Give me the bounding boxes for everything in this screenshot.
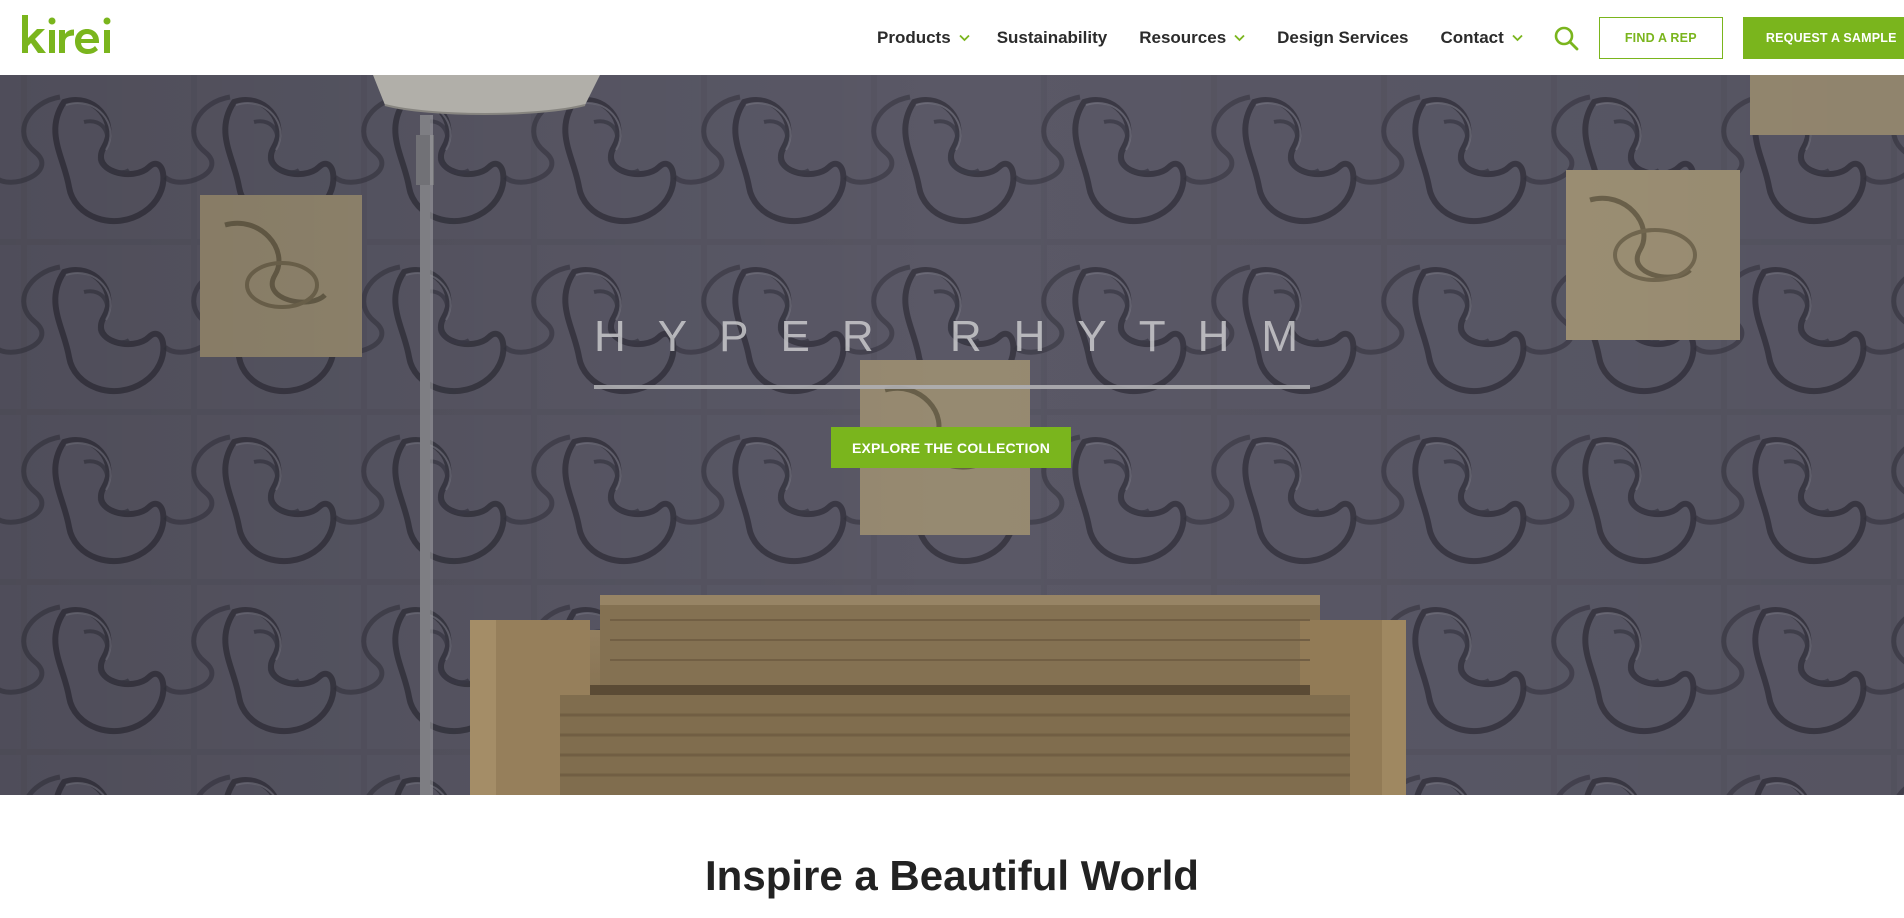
find-a-rep-label: FIND A REP — [1624, 30, 1697, 45]
explore-collection-button[interactable]: EXPLORE THE COLLECTION — [831, 427, 1071, 468]
section-heading: Inspire a Beautiful World — [705, 852, 1199, 899]
request-sample-button[interactable]: REQUEST A SAMPLE — [1742, 16, 1904, 59]
search-icon — [1554, 26, 1579, 50]
nav-design-services[interactable]: Design Services — [1277, 0, 1408, 75]
nav-products-label: Products — [877, 27, 951, 47]
explore-collection-label: EXPLORE THE COLLECTION — [851, 439, 1051, 456]
chevron-down-icon — [1234, 34, 1245, 41]
chevron-down-icon — [1512, 34, 1523, 41]
chevron-down-icon — [959, 34, 970, 41]
main-nav: Products Sustainability Resources Design… — [877, 0, 1904, 75]
nav-resources-label: Resources — [1139, 27, 1227, 47]
hero-divider — [594, 385, 1310, 389]
request-sample-label: REQUEST A SAMPLE — [1765, 30, 1897, 45]
kirei-logo[interactable] — [18, 10, 138, 62]
nav-resources[interactable]: Resources — [1139, 0, 1245, 75]
search-button[interactable] — [1553, 24, 1581, 52]
find-a-rep-button[interactable]: FIND A REP — [1598, 16, 1723, 59]
nav-contact[interactable]: Contact — [1441, 0, 1523, 75]
site-header: Products Sustainability Resources Design… — [0, 0, 1904, 75]
nav-products[interactable]: Products — [877, 0, 970, 75]
hero-title: HYPER RHYTHM — [594, 312, 1331, 361]
nav-contact-label: Contact — [1440, 27, 1504, 47]
nav-sustainability-label: Sustainability — [996, 27, 1108, 47]
nav-sustainability[interactable]: Sustainability — [997, 0, 1108, 75]
hero-banner: HYPER RHYTHM EXPLORE THE COLLECTION — [0, 75, 1904, 795]
nav-design-services-label: Design Services — [1277, 27, 1409, 47]
